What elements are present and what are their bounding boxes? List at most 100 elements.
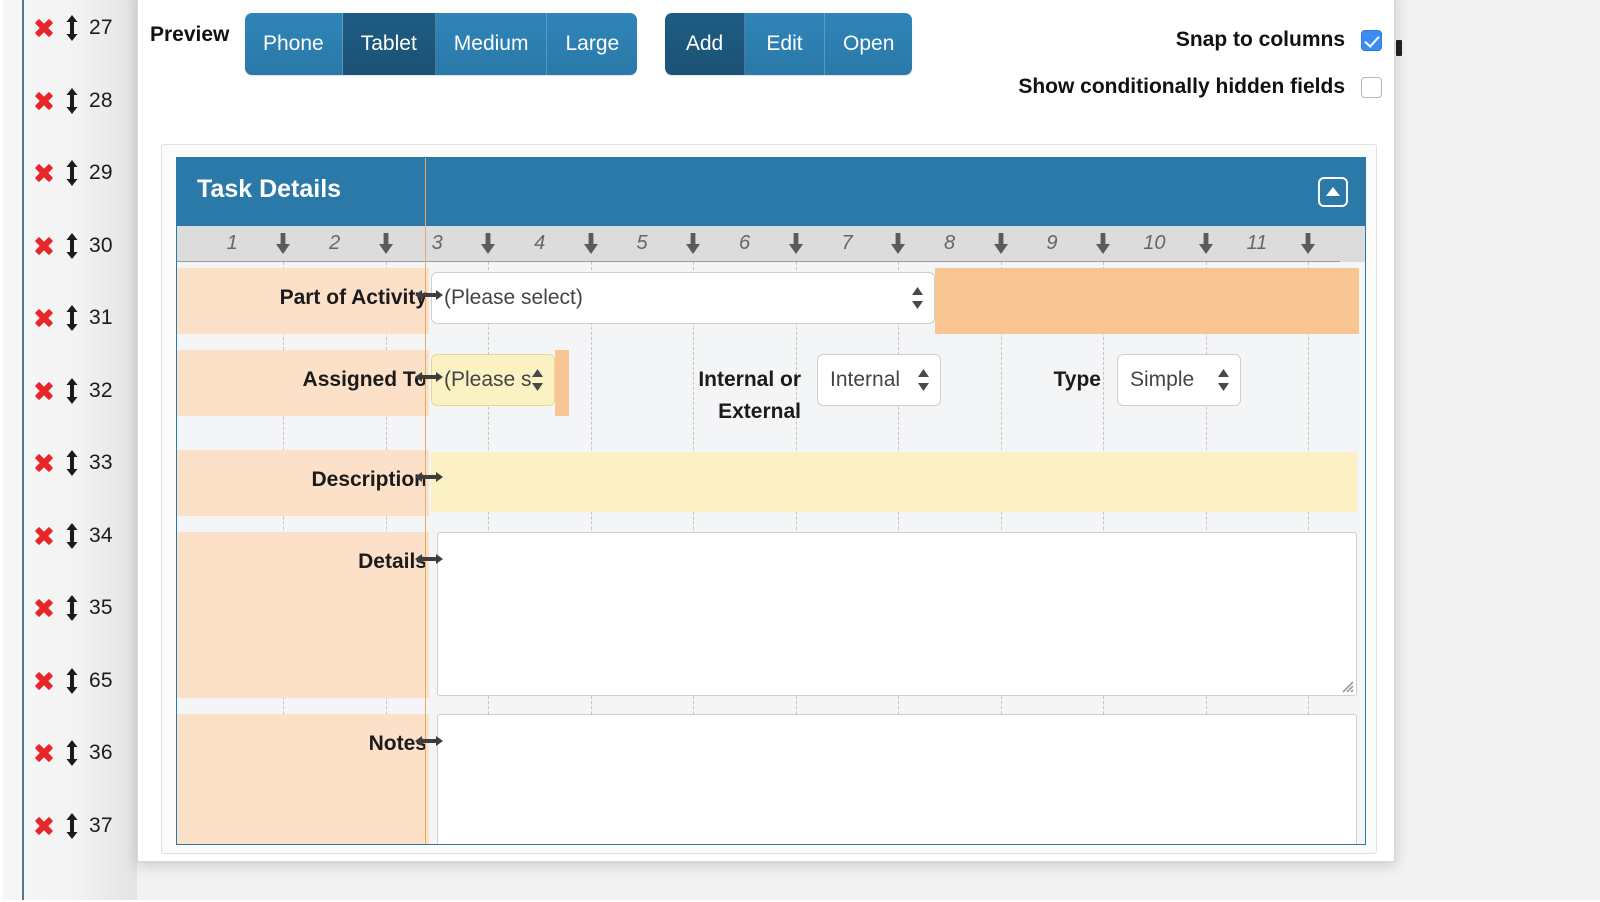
- inline-field-label: Internal or External: [675, 364, 803, 427]
- delete-field-icon[interactable]: [33, 17, 55, 39]
- label-width-resize-icon[interactable]: [415, 286, 443, 304]
- delete-field-icon[interactable]: [33, 307, 55, 329]
- ruler-column-handle-icon[interactable]: [789, 233, 803, 255]
- field-list-item[interactable]: 32: [33, 376, 133, 406]
- label-width-resize-icon[interactable]: [415, 368, 443, 386]
- field-list-item[interactable]: 37: [33, 811, 133, 841]
- reorder-field-icon[interactable]: [65, 305, 79, 331]
- ruler-column-number: 6: [739, 232, 750, 255]
- collapse-up-icon[interactable]: [1318, 177, 1348, 207]
- preview-mode-edit-button[interactable]: Edit: [745, 13, 825, 75]
- field-list-item[interactable]: 31: [33, 303, 133, 333]
- delete-field-icon[interactable]: [33, 380, 55, 402]
- inline-field-select[interactable]: Internal: [817, 354, 941, 406]
- preview-mode-open-button[interactable]: Open: [825, 13, 912, 75]
- ruler-column-number: 5: [637, 232, 648, 255]
- snap-to-columns-row[interactable]: Snap to columns: [1176, 28, 1382, 52]
- preview-label: Preview: [150, 23, 229, 47]
- field-list-item[interactable]: 36: [33, 738, 133, 768]
- textarea-resize-grip-icon[interactable]: [1340, 679, 1354, 693]
- preview-size-medium-button[interactable]: Medium: [436, 13, 548, 75]
- ruler-column-handle-icon[interactable]: [891, 233, 905, 255]
- preview-size-phone-button[interactable]: Phone: [245, 13, 343, 75]
- delete-field-icon[interactable]: [33, 452, 55, 474]
- preview-size-large-button[interactable]: Large: [547, 13, 637, 75]
- ruler-column-number: 1: [227, 232, 238, 255]
- inline-field-select[interactable]: Simple: [1117, 354, 1241, 406]
- ruler-column-handle-icon[interactable]: [994, 233, 1008, 255]
- ruler-column-handle-icon[interactable]: [584, 233, 598, 255]
- select-spinner-icon[interactable]: [911, 286, 924, 310]
- field-label: Description: [311, 464, 429, 496]
- label-width-resize-icon[interactable]: [415, 732, 443, 750]
- show-hidden-fields-row[interactable]: Show conditionally hidden fields: [1018, 75, 1382, 99]
- field-select[interactable]: (Please select): [431, 272, 935, 324]
- reorder-field-icon[interactable]: [65, 813, 79, 839]
- field-label-cell[interactable]: Assigned To: [177, 350, 429, 416]
- reorder-field-icon[interactable]: [65, 15, 79, 41]
- field-row-number: 27: [89, 16, 113, 40]
- form-field-row: Description: [177, 450, 1365, 516]
- reorder-field-icon[interactable]: [65, 450, 79, 476]
- field-label-cell[interactable]: Notes: [177, 714, 429, 845]
- reorder-field-icon[interactable]: [65, 378, 79, 404]
- field-textarea[interactable]: [437, 532, 1357, 696]
- field-label-cell[interactable]: Description: [177, 450, 429, 516]
- preview-size-tablet-button[interactable]: Tablet: [343, 13, 436, 75]
- field-list-item[interactable]: 30: [33, 231, 133, 261]
- ruler-column-handle-icon[interactable]: [276, 233, 290, 255]
- ruler-column-number: 3: [432, 232, 443, 255]
- field-list-item[interactable]: 29: [33, 158, 133, 188]
- field-list-item[interactable]: 35: [33, 593, 133, 623]
- delete-field-icon[interactable]: [33, 525, 55, 547]
- preview-mode-add-button[interactable]: Add: [665, 13, 745, 75]
- field-list-item[interactable]: 33: [33, 448, 133, 478]
- ruler-column-handle-icon[interactable]: [1199, 233, 1213, 255]
- delete-field-icon[interactable]: [33, 670, 55, 692]
- ruler-column-handle-icon[interactable]: [1096, 233, 1110, 255]
- field-list-item[interactable]: 27: [33, 13, 133, 43]
- reorder-field-icon[interactable]: [65, 595, 79, 621]
- field-textarea[interactable]: [437, 714, 1357, 845]
- show-hidden-fields-checkbox[interactable]: [1361, 77, 1382, 98]
- delete-field-icon[interactable]: [33, 742, 55, 764]
- reorder-field-icon[interactable]: [65, 668, 79, 694]
- field-row-number: 32: [89, 379, 113, 403]
- select-spinner-icon[interactable]: [917, 368, 930, 392]
- ruler-column-handle-icon[interactable]: [481, 233, 495, 255]
- reorder-field-icon[interactable]: [65, 233, 79, 259]
- field-list-divider: [22, 0, 24, 900]
- field-select[interactable]: (Please s: [431, 354, 555, 406]
- field-text-input[interactable]: [431, 452, 1357, 512]
- field-label-cell[interactable]: Details: [177, 532, 429, 698]
- field-select-value: (Please select): [444, 286, 583, 310]
- delete-field-icon[interactable]: [33, 235, 55, 257]
- field-list-item[interactable]: 65: [33, 666, 133, 696]
- form-canvas: Task Details 1234567891011 Part of Activ…: [161, 144, 1377, 854]
- ruler-column-handle-icon[interactable]: [379, 233, 393, 255]
- field-list-item[interactable]: 28: [33, 86, 133, 116]
- reorder-field-icon[interactable]: [65, 740, 79, 766]
- ruler-column-handle-icon[interactable]: [686, 233, 700, 255]
- show-hidden-fields-label: Show conditionally hidden fields: [1018, 75, 1345, 99]
- ruler-column-handle-icon[interactable]: [1301, 233, 1315, 255]
- label-width-resize-icon[interactable]: [415, 468, 443, 486]
- select-spinner-icon[interactable]: [1217, 368, 1230, 392]
- field-label-cell[interactable]: Part of Activity: [177, 268, 429, 334]
- ruler-column-number: 11: [1247, 232, 1268, 255]
- delete-field-icon[interactable]: [33, 162, 55, 184]
- reorder-field-icon[interactable]: [65, 88, 79, 114]
- field-row-number: 35: [89, 596, 113, 620]
- field-list-item[interactable]: 34: [33, 521, 133, 551]
- reorder-field-icon[interactable]: [65, 523, 79, 549]
- ruler-column-number: 10: [1143, 232, 1165, 255]
- label-width-resize-icon[interactable]: [415, 550, 443, 568]
- snap-to-columns-label: Snap to columns: [1176, 28, 1345, 52]
- delete-field-icon[interactable]: [33, 90, 55, 112]
- select-spinner-icon[interactable]: [531, 368, 544, 392]
- snap-to-columns-checkbox[interactable]: [1361, 30, 1382, 51]
- section-title: Task Details: [197, 175, 341, 204]
- delete-field-icon[interactable]: [33, 597, 55, 619]
- reorder-field-icon[interactable]: [65, 160, 79, 186]
- delete-field-icon[interactable]: [33, 815, 55, 837]
